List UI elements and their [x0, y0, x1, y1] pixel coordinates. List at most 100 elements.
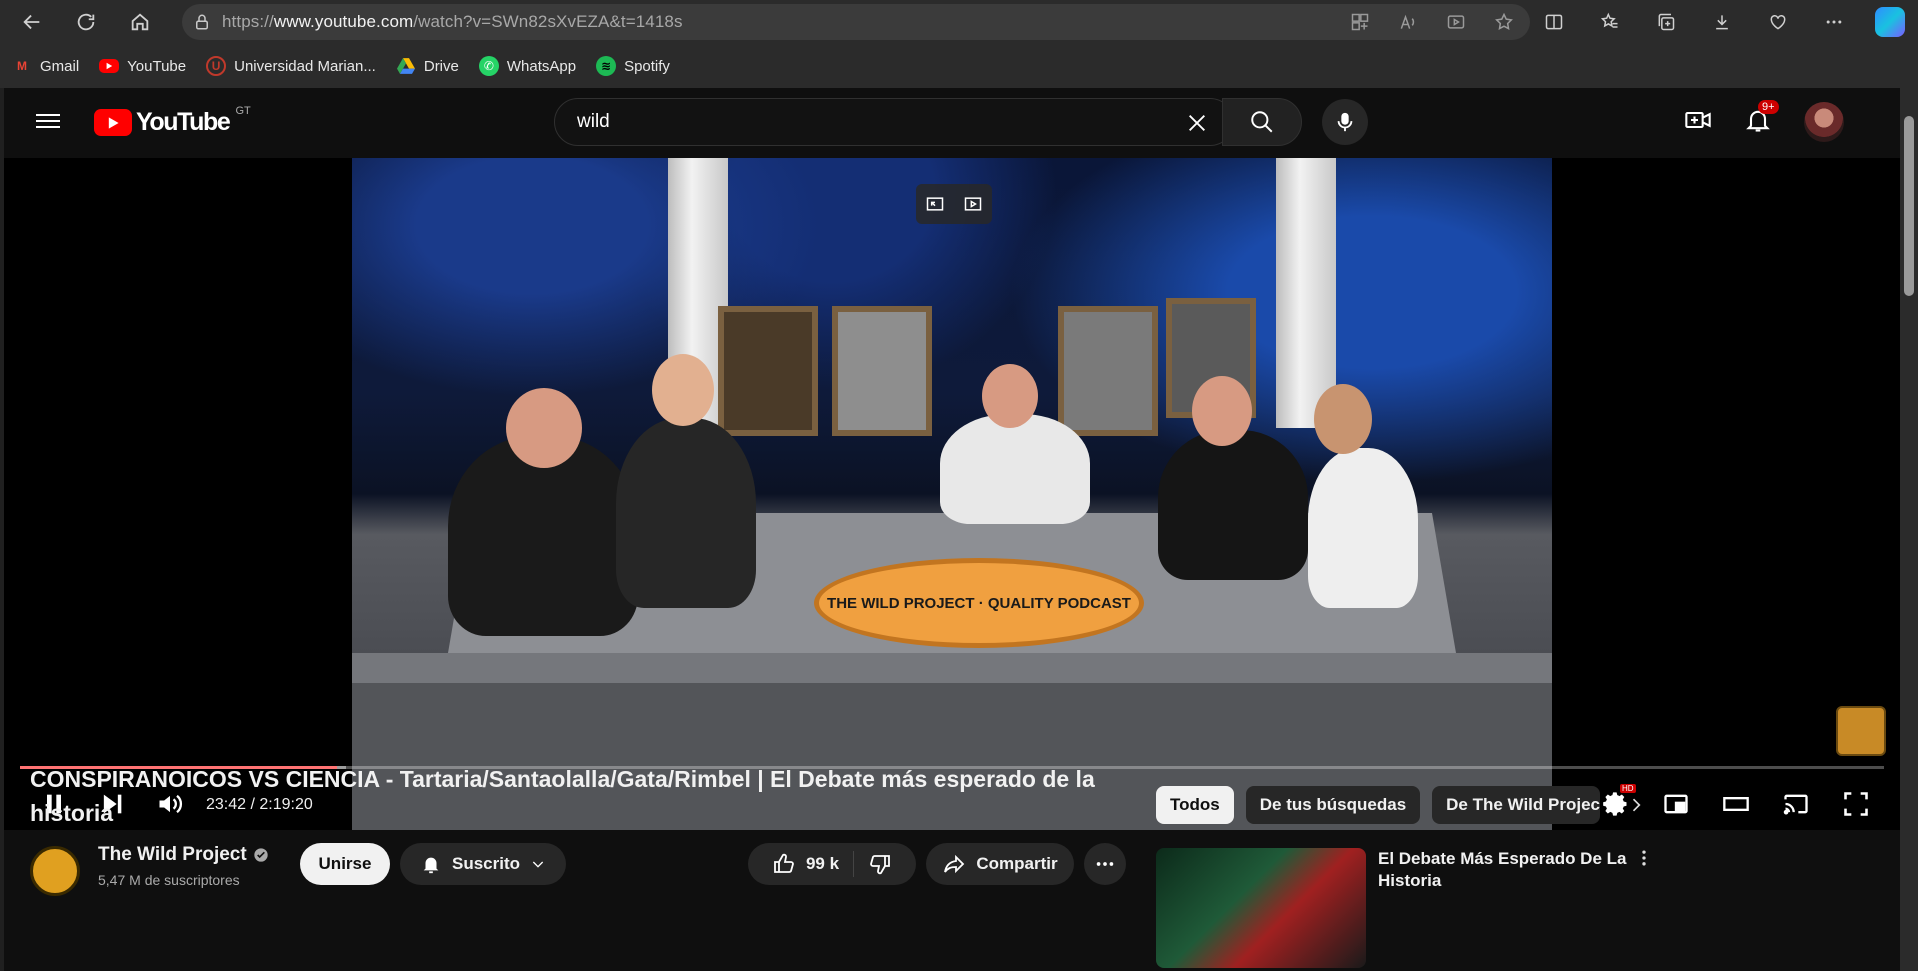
video-frame[interactable]: THE WILD PROJECT · QUALITY PODCAST	[352, 158, 1552, 830]
recommended-thumbnail[interactable]	[1156, 848, 1366, 968]
channel-name[interactable]: The Wild Project	[98, 844, 269, 866]
video-player[interactable]: THE WILD PROJECT · QUALITY PODCAST 23:42…	[4, 158, 1900, 830]
browser-toolbar: https://www.youtube.com/watch?v=SWn82sXv…	[0, 0, 1918, 44]
host	[940, 414, 1090, 524]
menu-icon[interactable]	[36, 110, 60, 134]
drive-icon	[396, 56, 416, 76]
address-bar[interactable]: https://www.youtube.com/watch?v=SWn82sXv…	[182, 4, 1530, 40]
url-text[interactable]: https://www.youtube.com/watch?v=SWn82sXv…	[222, 12, 683, 32]
pip-controls[interactable]	[916, 184, 992, 224]
recommended-title[interactable]: El Debate Más Esperado De La Historia	[1378, 848, 1628, 892]
youtube-header: YouTube GT wild 9+	[4, 88, 1900, 158]
channel-avatar[interactable]	[30, 846, 80, 896]
scrollbar-thumb[interactable]	[1904, 116, 1914, 296]
more-horizontal-icon	[1096, 862, 1114, 866]
recommended-menu-icon[interactable]	[1634, 848, 1654, 874]
favorites-icon[interactable]	[1592, 4, 1628, 40]
video-title: CONSPIRANOICOS VS CIENCIA - Tartaria/San…	[30, 766, 1095, 826]
clear-search-icon[interactable]	[1183, 109, 1211, 137]
bookmark-youtube[interactable]: YouTube	[99, 58, 186, 75]
browser-essentials-icon[interactable]	[1760, 4, 1796, 40]
bookmark-whatsapp[interactable]: ✆ WhatsApp	[478, 56, 576, 76]
chip-de-the-wild-project[interactable]: De The Wild Project	[1432, 786, 1601, 824]
media-icon[interactable]	[1444, 10, 1468, 34]
gmail-icon: M	[17, 59, 27, 73]
notification-count-badge: 9+	[1758, 99, 1779, 114]
like-icon[interactable]	[772, 852, 796, 876]
create-video-icon[interactable]	[1684, 106, 1712, 139]
youtube-logo[interactable]: YouTube GT	[94, 105, 251, 137]
fullscreen-icon	[1844, 792, 1868, 816]
home-icon[interactable]	[120, 2, 160, 42]
youtube-icon	[99, 59, 120, 73]
bookmarks-bar: M Gmail YouTube U Universidad Marian... …	[0, 44, 1918, 88]
chevron-right-icon	[1632, 798, 1641, 812]
bookmark-drive[interactable]: Drive	[396, 56, 459, 76]
split-screen-icon[interactable]	[1536, 4, 1572, 40]
search-input[interactable]: wild	[554, 98, 1234, 146]
guest-2	[616, 418, 756, 608]
guest-3	[1158, 430, 1308, 580]
more-actions-button[interactable]	[1084, 843, 1126, 885]
copilot-icon[interactable]	[1872, 4, 1908, 40]
share-icon	[944, 854, 965, 874]
subscribed-button[interactable]: Suscrito	[400, 843, 566, 885]
user-avatar[interactable]	[1804, 102, 1844, 142]
page-scrollbar[interactable]	[1900, 88, 1918, 971]
theater-mode-button[interactable]	[1716, 786, 1756, 822]
cast-icon	[1783, 794, 1808, 815]
youtube-page: YouTube GT wild 9+ THE WILD PROJECT · QU…	[4, 88, 1900, 971]
bookmark-spotify[interactable]: ≋ Spotify	[596, 56, 670, 76]
university-icon: U	[206, 56, 227, 76]
bookmark-universidad[interactable]: U Universidad Marian...	[206, 56, 376, 76]
downloads-icon[interactable]	[1704, 4, 1740, 40]
more-options-icon[interactable]	[1816, 4, 1852, 40]
theater-icon	[1723, 797, 1749, 811]
channel-row: The Wild Project 5,47 M de suscriptores …	[30, 840, 1130, 896]
whatsapp-icon: ✆	[478, 56, 499, 76]
chip-todos[interactable]: Todos	[1156, 786, 1234, 824]
like-dislike-group: 99 k	[748, 843, 916, 885]
guest-4	[1308, 448, 1418, 608]
cast-button[interactable]	[1776, 786, 1816, 822]
set-pillar-right	[1276, 158, 1336, 428]
search-icon	[1251, 111, 1273, 133]
chevron-down-icon	[532, 861, 544, 868]
chip-de-tus-busquedas[interactable]: De tus búsquedas	[1245, 786, 1421, 824]
fullscreen-button[interactable]	[1836, 786, 1876, 822]
bell-icon	[423, 857, 439, 874]
read-aloud-icon[interactable]	[1396, 10, 1420, 34]
mini-player-icon	[964, 197, 982, 211]
search-query[interactable]: wild	[577, 111, 610, 133]
favorite-star-icon[interactable]	[1492, 10, 1516, 34]
lock-icon[interactable]	[182, 13, 222, 31]
voice-search-button[interactable]	[1322, 99, 1368, 145]
painting-einstein	[1058, 306, 1158, 436]
spotify-icon: ≋	[596, 56, 617, 76]
refresh-icon[interactable]	[66, 2, 106, 42]
collections-icon[interactable]	[1648, 4, 1684, 40]
nav-buttons	[12, 2, 160, 42]
subscriber-count: 5,47 M de suscriptores	[98, 872, 240, 888]
chips-next-button[interactable]	[1616, 786, 1656, 824]
dislike-icon[interactable]	[868, 852, 892, 876]
channel-watermark[interactable]	[1836, 706, 1886, 756]
podcast-logo: THE WILD PROJECT · QUALITY PODCAST	[814, 558, 1144, 648]
filter-chips: Todos De tus búsquedas De The Wild Proje…	[1156, 786, 1601, 826]
miniplayer-icon	[1664, 794, 1688, 814]
recommended-video[interactable]: El Debate Más Esperado De La Historia	[1156, 848, 1876, 968]
back-icon[interactable]	[12, 2, 52, 42]
microphone-icon	[1337, 112, 1353, 132]
painting-dragon	[718, 306, 818, 436]
painting-pyramid	[832, 306, 932, 436]
join-button[interactable]: Unirse	[300, 843, 390, 885]
like-count[interactable]: 99 k	[806, 854, 839, 874]
app-install-icon[interactable]	[1348, 10, 1372, 34]
miniplayer-button[interactable]	[1656, 786, 1696, 822]
share-button[interactable]: Compartir	[926, 843, 1074, 885]
exit-pip-icon	[926, 197, 944, 211]
notifications-bell-icon[interactable]: 9+	[1744, 99, 1779, 139]
search-button[interactable]	[1222, 98, 1302, 146]
bookmark-gmail[interactable]: M Gmail	[12, 56, 79, 76]
youtube-play-icon	[94, 109, 132, 136]
